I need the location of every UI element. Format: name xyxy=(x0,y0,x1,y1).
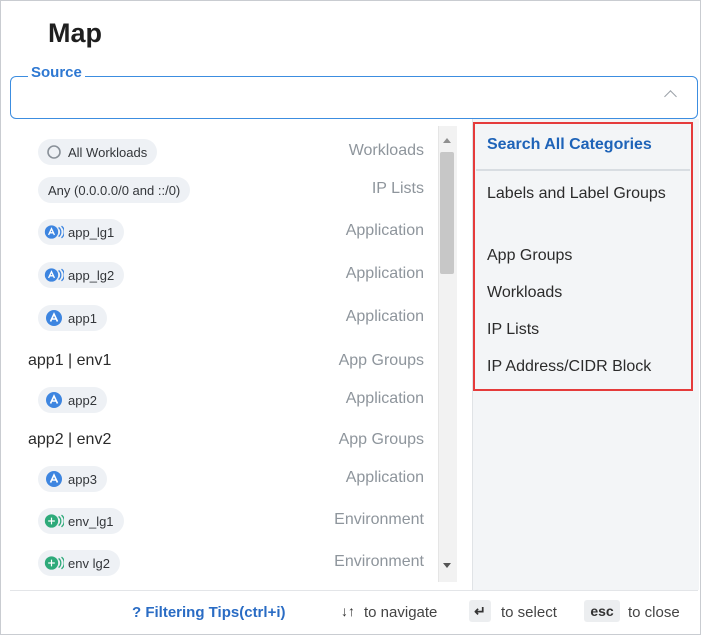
list-item-category: Application xyxy=(345,265,424,282)
esc-key: esc xyxy=(584,600,620,622)
list-item[interactable]: All Workloads Workloads xyxy=(10,133,440,171)
category-app-groups[interactable]: App Groups xyxy=(487,244,572,268)
filtering-tips-link[interactable]: ? Filtering Tips(ctrl+i) xyxy=(132,604,286,621)
circle-icon xyxy=(44,144,64,160)
list-item-category: Environment xyxy=(334,511,424,528)
category-divider xyxy=(476,169,690,171)
label-chip[interactable]: Any (0.0.0.0/0 and ::/0) xyxy=(38,177,191,203)
select-hint: to select xyxy=(501,604,557,621)
label-chip[interactable]: app1 xyxy=(38,305,107,331)
list-item-label: app3 xyxy=(68,471,97,487)
env-label-group-icon xyxy=(44,513,64,529)
select-key: ↵ xyxy=(469,600,491,622)
list-item-label: app1 xyxy=(68,310,97,326)
scroll-down-icon[interactable] xyxy=(443,563,451,568)
label-chip[interactable]: env lg2 xyxy=(38,550,120,576)
app-label-icon xyxy=(44,471,64,487)
label-chip[interactable]: All Workloads xyxy=(38,139,158,165)
label-chip[interactable]: app2 xyxy=(38,387,107,413)
list-item-label: app_lg1 xyxy=(68,224,115,240)
list-item[interactable]: env_lg1 Environment xyxy=(10,502,440,540)
list-item[interactable]: app_lg1 Application xyxy=(10,213,440,251)
list-item-label: app_lg2 xyxy=(68,267,115,283)
navigate-hint: to navigate xyxy=(364,604,438,621)
list-item-category: Workloads xyxy=(348,142,424,159)
list-item-category: Environment xyxy=(334,553,424,570)
app-label-icon xyxy=(44,392,64,408)
results-list: All Workloads Workloads Any (0.0.0.0/0 and… xyxy=(10,119,460,590)
page-title: Map xyxy=(48,18,102,48)
source-input[interactable] xyxy=(10,76,698,119)
list-item[interactable]: app2 | env2 App Groups xyxy=(10,422,440,460)
list-item[interactable]: app1 | env1 App Groups xyxy=(10,343,440,381)
label-chip[interactable]: app3 xyxy=(38,466,107,492)
search-all-categories[interactable]: Search All Categories xyxy=(487,136,652,154)
category-labels-and-label-groups[interactable]: Labels and Label Groups xyxy=(487,182,677,206)
list-item[interactable]: app3 Application xyxy=(10,460,440,498)
scroll-up-icon[interactable] xyxy=(443,138,451,143)
list-item-category: Application xyxy=(345,308,424,325)
close-hint: to close xyxy=(628,604,680,621)
app-label-icon xyxy=(44,310,64,326)
list-item-label: Any (0.0.0.0/0 and ::/0) xyxy=(48,182,181,198)
list-item-label: env lg2 xyxy=(68,555,110,571)
label-chip[interactable]: app_lg1 xyxy=(38,219,125,245)
category-ip-lists[interactable]: IP Lists xyxy=(487,318,539,342)
scrollbar-thumb[interactable] xyxy=(440,152,454,274)
list-item-label: app1 | env1 xyxy=(28,352,112,369)
list-item-category: Application xyxy=(345,222,424,239)
label-chip[interactable]: app_lg2 xyxy=(38,262,125,288)
list-item-label: All Workloads xyxy=(68,144,148,160)
category-ip-address-cidr-block[interactable]: IP Address/CIDR Block xyxy=(487,355,651,379)
env-label-group-icon xyxy=(44,555,64,571)
list-item[interactable]: env lg2 Environment xyxy=(10,544,440,582)
list-item-category: App Groups xyxy=(338,352,424,369)
label-chip[interactable]: env_lg1 xyxy=(38,508,124,534)
list-item-label: env_lg1 xyxy=(68,513,114,529)
list-item-label: app2 | env2 xyxy=(28,431,112,448)
category-workloads[interactable]: Workloads xyxy=(487,281,562,305)
app-label-group-icon xyxy=(44,267,64,283)
list-item-label: app2 xyxy=(68,392,97,408)
app-label-group-icon xyxy=(44,224,64,240)
list-item[interactable]: Any (0.0.0.0/0 and ::/0) IP Lists xyxy=(10,171,440,209)
list-item[interactable]: app1 Application xyxy=(10,299,440,337)
navigate-key: ↓↑ xyxy=(341,603,355,619)
list-item-category: IP Lists xyxy=(371,180,424,197)
list-item-category: Application xyxy=(345,390,424,407)
list-item-category: App Groups xyxy=(338,431,424,448)
list-item[interactable]: app_lg2 Application xyxy=(10,256,440,294)
list-item[interactable]: app2 Application xyxy=(10,381,440,419)
list-item-category: Application xyxy=(345,469,424,486)
source-label: Source xyxy=(28,64,85,81)
